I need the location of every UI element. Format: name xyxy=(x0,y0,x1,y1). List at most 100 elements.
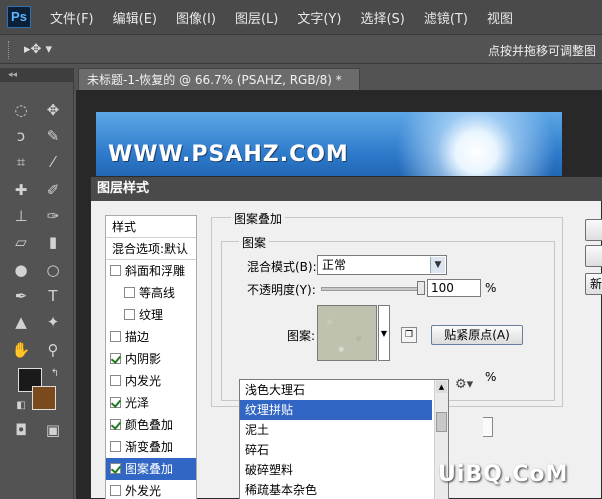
blend-mode-value: 正常 xyxy=(322,258,347,272)
background-color-swatch[interactable] xyxy=(32,386,56,410)
style-item[interactable]: 纹理 xyxy=(106,304,196,326)
lasso-tool-icon[interactable]: ↄ xyxy=(8,124,34,148)
opacity-unit: % xyxy=(485,281,497,295)
pattern-list-item[interactable]: 碎石 xyxy=(240,440,432,460)
marquee-tool-icon[interactable]: ◌ xyxy=(8,98,34,122)
style-item[interactable]: 外发光 xyxy=(106,480,196,499)
opacity-slider-thumb[interactable] xyxy=(417,281,425,295)
chevron-down-icon[interactable]: ▼ xyxy=(430,257,445,273)
opacity-input[interactable]: 100 xyxy=(427,279,481,297)
gradient-tool-icon[interactable]: ▮ xyxy=(40,230,66,254)
new-preset-icon[interactable]: ❐ xyxy=(401,327,417,343)
canvas[interactable]: WWW.PSAHZ.COM xyxy=(96,112,562,186)
pen-tool-icon[interactable]: ✒ xyxy=(8,284,34,308)
style-checkbox[interactable] xyxy=(110,265,121,276)
document-tab[interactable]: 未标题-1-恢复的 @ 66.7% (PSAHZ, RGB/8) * xyxy=(78,68,360,90)
eyedropper-tool-icon[interactable]: ⁄ xyxy=(40,150,66,174)
style-checkbox[interactable] xyxy=(124,287,135,298)
menu-type[interactable]: 文字(Y) xyxy=(297,8,341,27)
shape-tool-icon[interactable]: ✦ xyxy=(40,310,66,334)
style-item[interactable]: 描边 xyxy=(106,326,196,348)
canvas-text: WWW.PSAHZ.COM xyxy=(108,142,349,167)
style-item[interactable]: 内发光 xyxy=(106,370,196,392)
style-item-label: 颜色叠加 xyxy=(125,418,174,432)
style-item[interactable]: 斜面和浮雕 xyxy=(106,260,196,282)
style-checkbox[interactable] xyxy=(110,397,121,408)
blend-options-item[interactable]: 混合选项:默认 xyxy=(106,238,196,260)
healing-brush-tool-icon[interactable]: ✚ xyxy=(8,178,34,202)
pattern-subgroup-title: 图案 xyxy=(239,234,270,251)
style-item-label: 等高线 xyxy=(139,286,176,300)
type-tool-icon[interactable]: T xyxy=(40,284,66,308)
menu-file[interactable]: 文件(F) xyxy=(50,8,94,27)
path-select-tool-icon[interactable]: ▲ xyxy=(8,310,34,334)
history-brush-tool-icon[interactable]: ✑ xyxy=(40,204,66,228)
pattern-list-item[interactable]: 泥土 xyxy=(240,420,432,440)
hand-tool-icon[interactable]: ✋ xyxy=(8,338,34,362)
style-item-label: 斜面和浮雕 xyxy=(125,264,186,278)
style-item-label: 光泽 xyxy=(125,396,150,410)
crop-tool-icon[interactable]: ⌗ xyxy=(8,150,34,174)
style-checkbox[interactable] xyxy=(110,485,121,496)
screen-mode-icon[interactable]: ▣ xyxy=(40,418,66,442)
layer-style-dialog: 图层样式 样式 混合选项:默认 斜面和浮雕等高线纹理 描边内阴影内发光光泽颜色叠加… xyxy=(90,176,602,499)
options-bar: ▸✥ ▾ 点按并拖移可调整图 xyxy=(0,34,602,64)
menu-bar: Ps 文件(F) 编辑(E) 图像(I) 图层(L) 文字(Y) 选择(S) 滤… xyxy=(0,0,602,34)
style-item[interactable]: 渐变叠加 xyxy=(106,436,196,458)
quick-select-tool-icon[interactable]: ✎ xyxy=(40,124,66,148)
dodge-tool-icon[interactable]: ○ xyxy=(40,258,66,282)
pattern-list-item[interactable]: 稀疏基本杂色 xyxy=(240,480,432,499)
clone-stamp-tool-icon[interactable]: ⊥ xyxy=(8,204,34,228)
brush-tool-icon[interactable]: ✐ xyxy=(40,178,66,202)
new-style-button[interactable]: 新 xyxy=(585,273,602,295)
pattern-swatch[interactable] xyxy=(317,305,377,361)
ok-button[interactable] xyxy=(585,219,602,241)
scroll-thumb[interactable] xyxy=(436,412,447,432)
menu-edit[interactable]: 编辑(E) xyxy=(113,8,157,27)
menu-view[interactable]: 视图 xyxy=(487,8,513,27)
pattern-list-item[interactable]: 破碎塑料 xyxy=(240,460,432,480)
style-checkbox[interactable] xyxy=(110,463,121,474)
pattern-list-item[interactable]: 纹理拼贴 xyxy=(240,400,432,420)
move-tool-icon[interactable]: ✥ xyxy=(40,98,66,122)
style-checkbox[interactable] xyxy=(110,441,121,452)
style-checkbox[interactable] xyxy=(110,419,121,430)
default-colors-icon[interactable]: ◧ xyxy=(8,394,34,418)
style-checkbox[interactable] xyxy=(110,353,121,364)
cancel-button[interactable] xyxy=(585,245,602,267)
style-item[interactable]: 光泽 xyxy=(106,392,196,414)
style-item-label: 内阴影 xyxy=(125,352,162,366)
menu-layer[interactable]: 图层(L) xyxy=(235,8,278,27)
opacity-slider-track[interactable] xyxy=(321,287,421,291)
style-item[interactable]: 图案叠加 xyxy=(106,458,196,480)
options-bar-grip[interactable] xyxy=(8,41,11,59)
pattern-dropdown-icon[interactable]: ▼ xyxy=(378,305,390,361)
style-item[interactable]: 等高线 xyxy=(106,282,196,304)
style-item[interactable]: 颜色叠加 xyxy=(106,414,196,436)
quick-mask-icon[interactable]: ◘ xyxy=(8,418,34,442)
blend-mode-select[interactable]: 正常 ▼ xyxy=(317,255,447,275)
pattern-list-item[interactable]: 浅色大理石 xyxy=(240,380,432,400)
snap-to-origin-button[interactable]: 贴紧原点(A) xyxy=(431,325,523,345)
photoshop-logo: Ps xyxy=(7,6,31,28)
style-checkbox[interactable] xyxy=(110,375,121,386)
menu-image[interactable]: 图像(I) xyxy=(176,8,216,27)
tools-panel: ◂◂ ◌ ✥ ↄ ✎ ⌗ ⁄ ✚ ✐ ⊥ ✑ ▱ ▮ ● ○ ✒ T ▲ ✦ ✋… xyxy=(0,68,74,499)
menu-select[interactable]: 选择(S) xyxy=(360,8,404,27)
styles-header[interactable]: 样式 xyxy=(106,216,196,238)
blur-tool-icon[interactable]: ● xyxy=(8,258,34,282)
zoom-tool-icon[interactable]: ⚲ xyxy=(40,338,66,362)
link-layer-checkbox-edge[interactable] xyxy=(483,417,493,437)
swap-colors-icon[interactable]: ↰ xyxy=(42,362,68,386)
style-checkbox[interactable] xyxy=(110,331,121,342)
eraser-tool-icon[interactable]: ▱ xyxy=(8,230,34,254)
menu-filter[interactable]: 滤镜(T) xyxy=(424,8,468,27)
scroll-up-icon[interactable]: ▲ xyxy=(436,381,447,393)
tools-panel-header[interactable]: ◂◂ xyxy=(0,68,74,82)
style-item-label: 外发光 xyxy=(125,484,162,498)
dialog-title: 图层样式 xyxy=(91,177,602,201)
move-tool-preset-icon[interactable]: ▸✥ ▾ xyxy=(24,42,52,57)
style-checkbox[interactable] xyxy=(124,309,135,320)
style-item[interactable]: 内阴影 xyxy=(106,348,196,370)
gear-icon[interactable]: ⚙▾ xyxy=(455,377,473,392)
